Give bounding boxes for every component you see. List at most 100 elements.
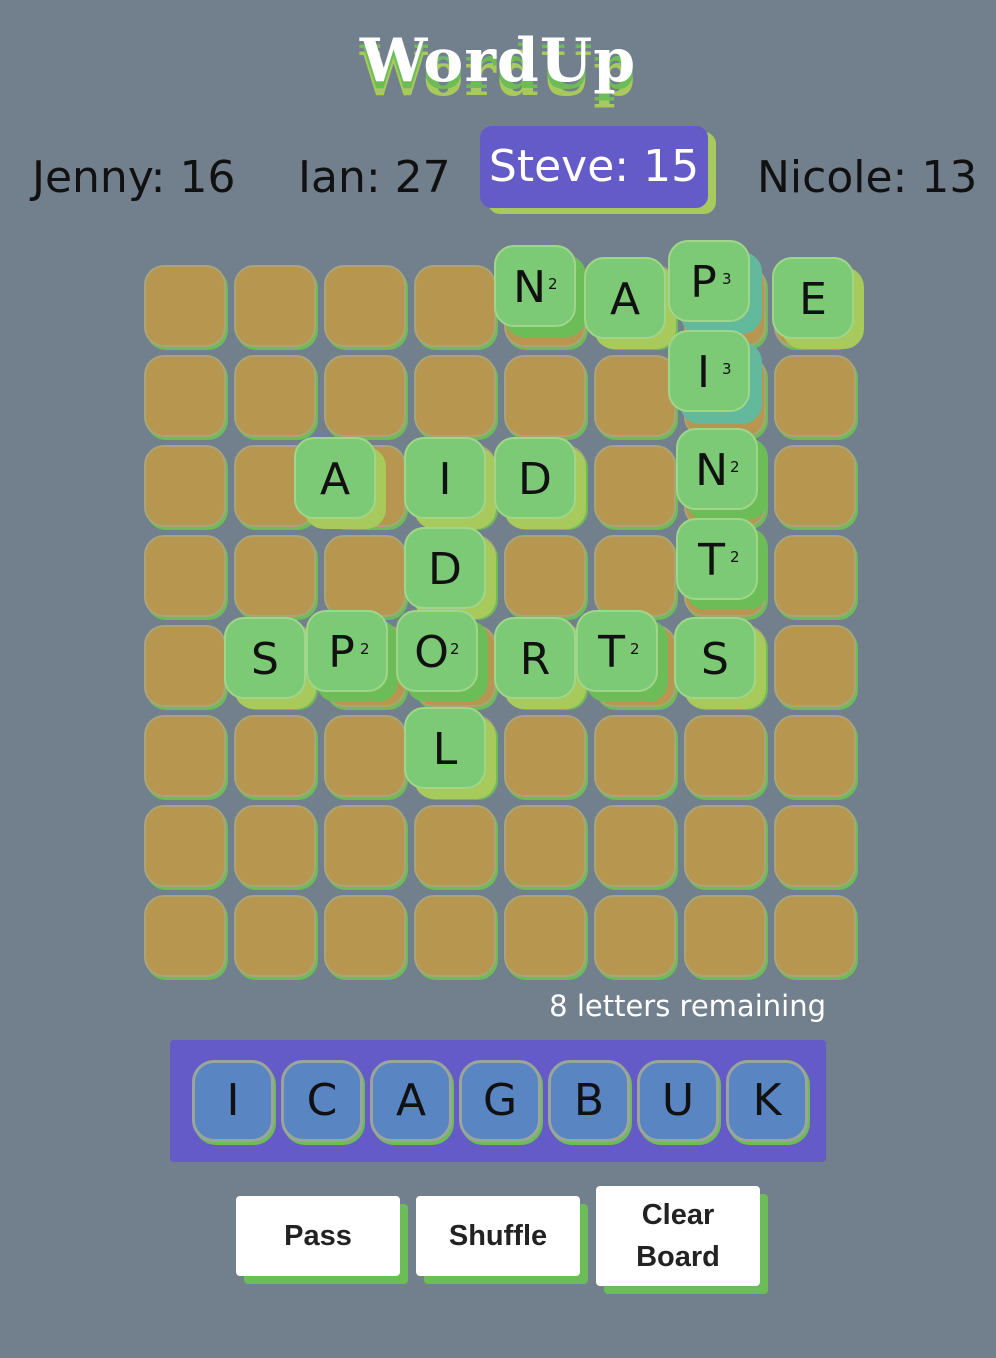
placed-letter-tile[interactable]: T2	[576, 610, 658, 692]
tile-letter: D	[518, 454, 552, 505]
placed-letter-tile[interactable]: E	[772, 257, 854, 339]
app-title-text: WordUp	[359, 26, 637, 96]
tile-points: 2	[360, 640, 370, 658]
board-cell[interactable]	[774, 715, 856, 797]
board-cell[interactable]	[414, 265, 496, 347]
placed-letter-tile[interactable]: I3	[668, 330, 750, 412]
tile-points: 2	[630, 640, 640, 658]
placed-letter-tile[interactable]: S	[224, 617, 306, 699]
placed-letter-tile[interactable]: D	[404, 527, 486, 609]
board-cell[interactable]	[324, 535, 406, 617]
board-cell[interactable]	[594, 805, 676, 887]
board-cell[interactable]	[774, 895, 856, 977]
placed-letter-tile[interactable]: N2	[676, 428, 758, 510]
tile-points: 2	[730, 458, 740, 476]
board-cell[interactable]	[234, 805, 316, 887]
placed-letter-tile[interactable]: A	[294, 437, 376, 519]
rack-letter-tile[interactable]: B	[548, 1060, 630, 1142]
placed-letter-tile[interactable]: I	[404, 437, 486, 519]
rack-letter-tile[interactable]: A	[370, 1060, 452, 1142]
placed-letter-tile[interactable]: D	[494, 437, 576, 519]
rack-letter-tile[interactable]: U	[637, 1060, 719, 1142]
board-cell[interactable]	[144, 805, 226, 887]
tile-letter: E	[799, 274, 827, 325]
board-cell[interactable]	[144, 895, 226, 977]
tile-points: 2	[450, 640, 460, 658]
board-cell[interactable]	[774, 805, 856, 887]
tile-letter: A	[319, 454, 351, 505]
board-cell[interactable]	[324, 805, 406, 887]
player-score-nicole: Nicole: 13	[757, 152, 978, 203]
placed-letter-tile[interactable]: A	[584, 257, 666, 339]
board-cell[interactable]	[684, 805, 766, 887]
player-score-ian: Ian: 27	[298, 152, 451, 203]
board-cell[interactable]	[684, 895, 766, 977]
placed-letter-tile[interactable]: T2	[676, 518, 758, 600]
tile-points: 2	[548, 275, 558, 293]
board-cell[interactable]	[144, 715, 226, 797]
board-cell[interactable]	[414, 895, 496, 977]
rack-letter-tile[interactable]: C	[281, 1060, 363, 1142]
board-cell[interactable]	[324, 715, 406, 797]
board-cell[interactable]	[234, 355, 316, 437]
clear-board-label-line1: Clear	[641, 1199, 715, 1231]
placed-letter-tile[interactable]: P2	[306, 610, 388, 692]
tile-letter: A	[609, 274, 641, 325]
placed-letter-tile[interactable]: N2	[494, 245, 576, 327]
tile-letter: R	[519, 634, 551, 685]
board-cell[interactable]	[684, 715, 766, 797]
board-cell[interactable]	[414, 355, 496, 437]
rack-letter-tile[interactable]: G	[459, 1060, 541, 1142]
board-cell[interactable]	[144, 535, 226, 617]
tile-letter: D	[428, 544, 462, 595]
rack-letter-tile[interactable]: I	[192, 1060, 274, 1142]
tile-letter: I	[438, 454, 452, 505]
board-cell[interactable]	[774, 445, 856, 527]
board-cell[interactable]	[144, 445, 226, 527]
rack-letter-tile[interactable]: K	[726, 1060, 808, 1142]
board-cell[interactable]	[234, 265, 316, 347]
board-cell[interactable]	[504, 805, 586, 887]
board-cell[interactable]	[594, 715, 676, 797]
tile-letter: L	[432, 724, 458, 775]
tile-points: 3	[722, 360, 732, 378]
clear-board-label-line2: Board	[636, 1241, 720, 1273]
board-cell[interactable]	[594, 445, 676, 527]
board-cell[interactable]	[234, 895, 316, 977]
placed-letter-tile[interactable]: O2	[396, 610, 478, 692]
placed-letter-tile[interactable]: R	[494, 617, 576, 699]
board-cell[interactable]	[324, 895, 406, 977]
letters-remaining-text: 8 letters remaining	[549, 989, 826, 1023]
board-cell[interactable]	[234, 715, 316, 797]
clear-board-button[interactable]: Clear Board	[596, 1186, 760, 1286]
board-cell[interactable]	[774, 355, 856, 437]
board-cell[interactable]	[504, 535, 586, 617]
board-cell[interactable]	[774, 535, 856, 617]
player-score-steve-active: Steve: 15	[480, 126, 708, 208]
board-cell[interactable]	[594, 535, 676, 617]
board-cell[interactable]	[144, 625, 226, 707]
board-cell[interactable]	[774, 625, 856, 707]
tile-points: 3	[722, 270, 732, 288]
board-cell[interactable]	[234, 535, 316, 617]
board-cell[interactable]	[594, 355, 676, 437]
board-cell[interactable]	[504, 895, 586, 977]
board-cell[interactable]	[594, 895, 676, 977]
shuffle-button[interactable]: Shuffle	[416, 1196, 580, 1276]
placed-letter-tile[interactable]: L	[404, 707, 486, 789]
letter-rack: ICAGBUK	[170, 1040, 826, 1162]
placed-letter-tile[interactable]: S	[674, 617, 756, 699]
board-cell[interactable]	[414, 805, 496, 887]
player-score-jenny: Jenny: 16	[32, 152, 236, 203]
board-cell[interactable]	[144, 265, 226, 347]
tile-letter: S	[701, 634, 729, 685]
pass-button[interactable]: Pass	[236, 1196, 400, 1276]
board-cell[interactable]	[324, 265, 406, 347]
board-cell[interactable]	[324, 355, 406, 437]
board-cell[interactable]	[144, 355, 226, 437]
placed-letter-tile[interactable]: P3	[668, 240, 750, 322]
board-cell[interactable]	[504, 715, 586, 797]
board-cell[interactable]	[504, 355, 586, 437]
tile-letter: S	[251, 634, 279, 685]
app-title: WordUp WordUp WordUp	[0, 22, 996, 112]
